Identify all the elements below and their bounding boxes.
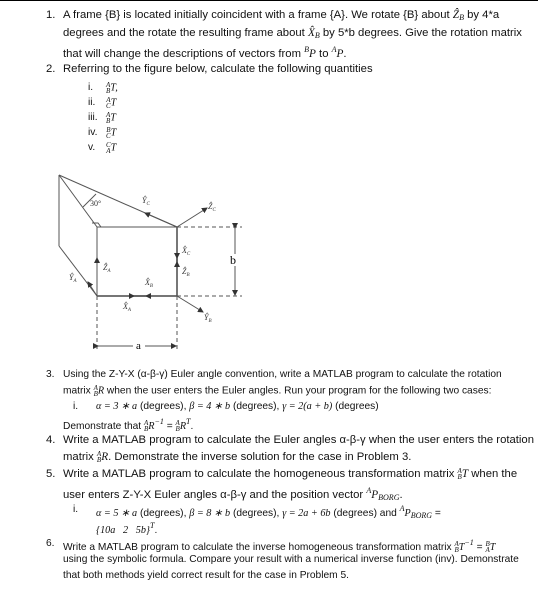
label-yc: ŶC — [142, 195, 150, 207]
dimension-a: a — [136, 340, 141, 352]
problem-number: 6. — [46, 538, 55, 549]
case-number: i. — [73, 504, 79, 515]
problem-3: 3. Using the Z-Y-X (α-β-γ) Euler angle co… — [46, 369, 502, 434]
label-zb: ẐB — [182, 266, 190, 278]
text: Write a MATLAB program to calculate the … — [63, 434, 534, 446]
label-xb: X̂B — [144, 277, 153, 289]
angle-label: 30° — [90, 199, 101, 208]
text: Using the Z-Y-X (α-β-γ) Euler angle conv… — [63, 369, 502, 380]
label-zc: ẐC — [208, 201, 216, 213]
problem-4: 4. Write a MATLAB program to calculate th… — [46, 434, 534, 465]
text: when the user enters the Euler angles. R… — [104, 385, 492, 397]
wedge-edge — [58, 245, 98, 297]
problem-6: 6. Write a MATLAB program to calculate th… — [46, 538, 519, 581]
dimension-b: b — [230, 253, 236, 267]
yb-arrow — [176, 295, 204, 313]
problem-number: 3. — [46, 369, 55, 380]
zc-arrow — [176, 207, 208, 228]
text: matrix — [63, 385, 94, 397]
box-face — [96, 226, 178, 297]
text: using the symbolic formula. Compare your… — [63, 554, 519, 565]
problem-5: 5. Write a MATLAB program to calculate th… — [46, 467, 518, 536]
yc-arrow — [144, 212, 178, 228]
ya-arrow — [87, 281, 98, 297]
case-number: i. — [73, 401, 79, 412]
label-xc: X̂C — [181, 245, 191, 257]
problem-number: 4. — [46, 434, 56, 446]
problem-number: 5. — [46, 468, 56, 480]
label-za: ẐA — [103, 262, 111, 274]
label-ya: ŶA — [69, 272, 77, 284]
text: that both methods yield correct result f… — [63, 570, 349, 581]
label-xa: X̂A — [122, 301, 132, 313]
label-yb: ŶB — [204, 312, 212, 324]
